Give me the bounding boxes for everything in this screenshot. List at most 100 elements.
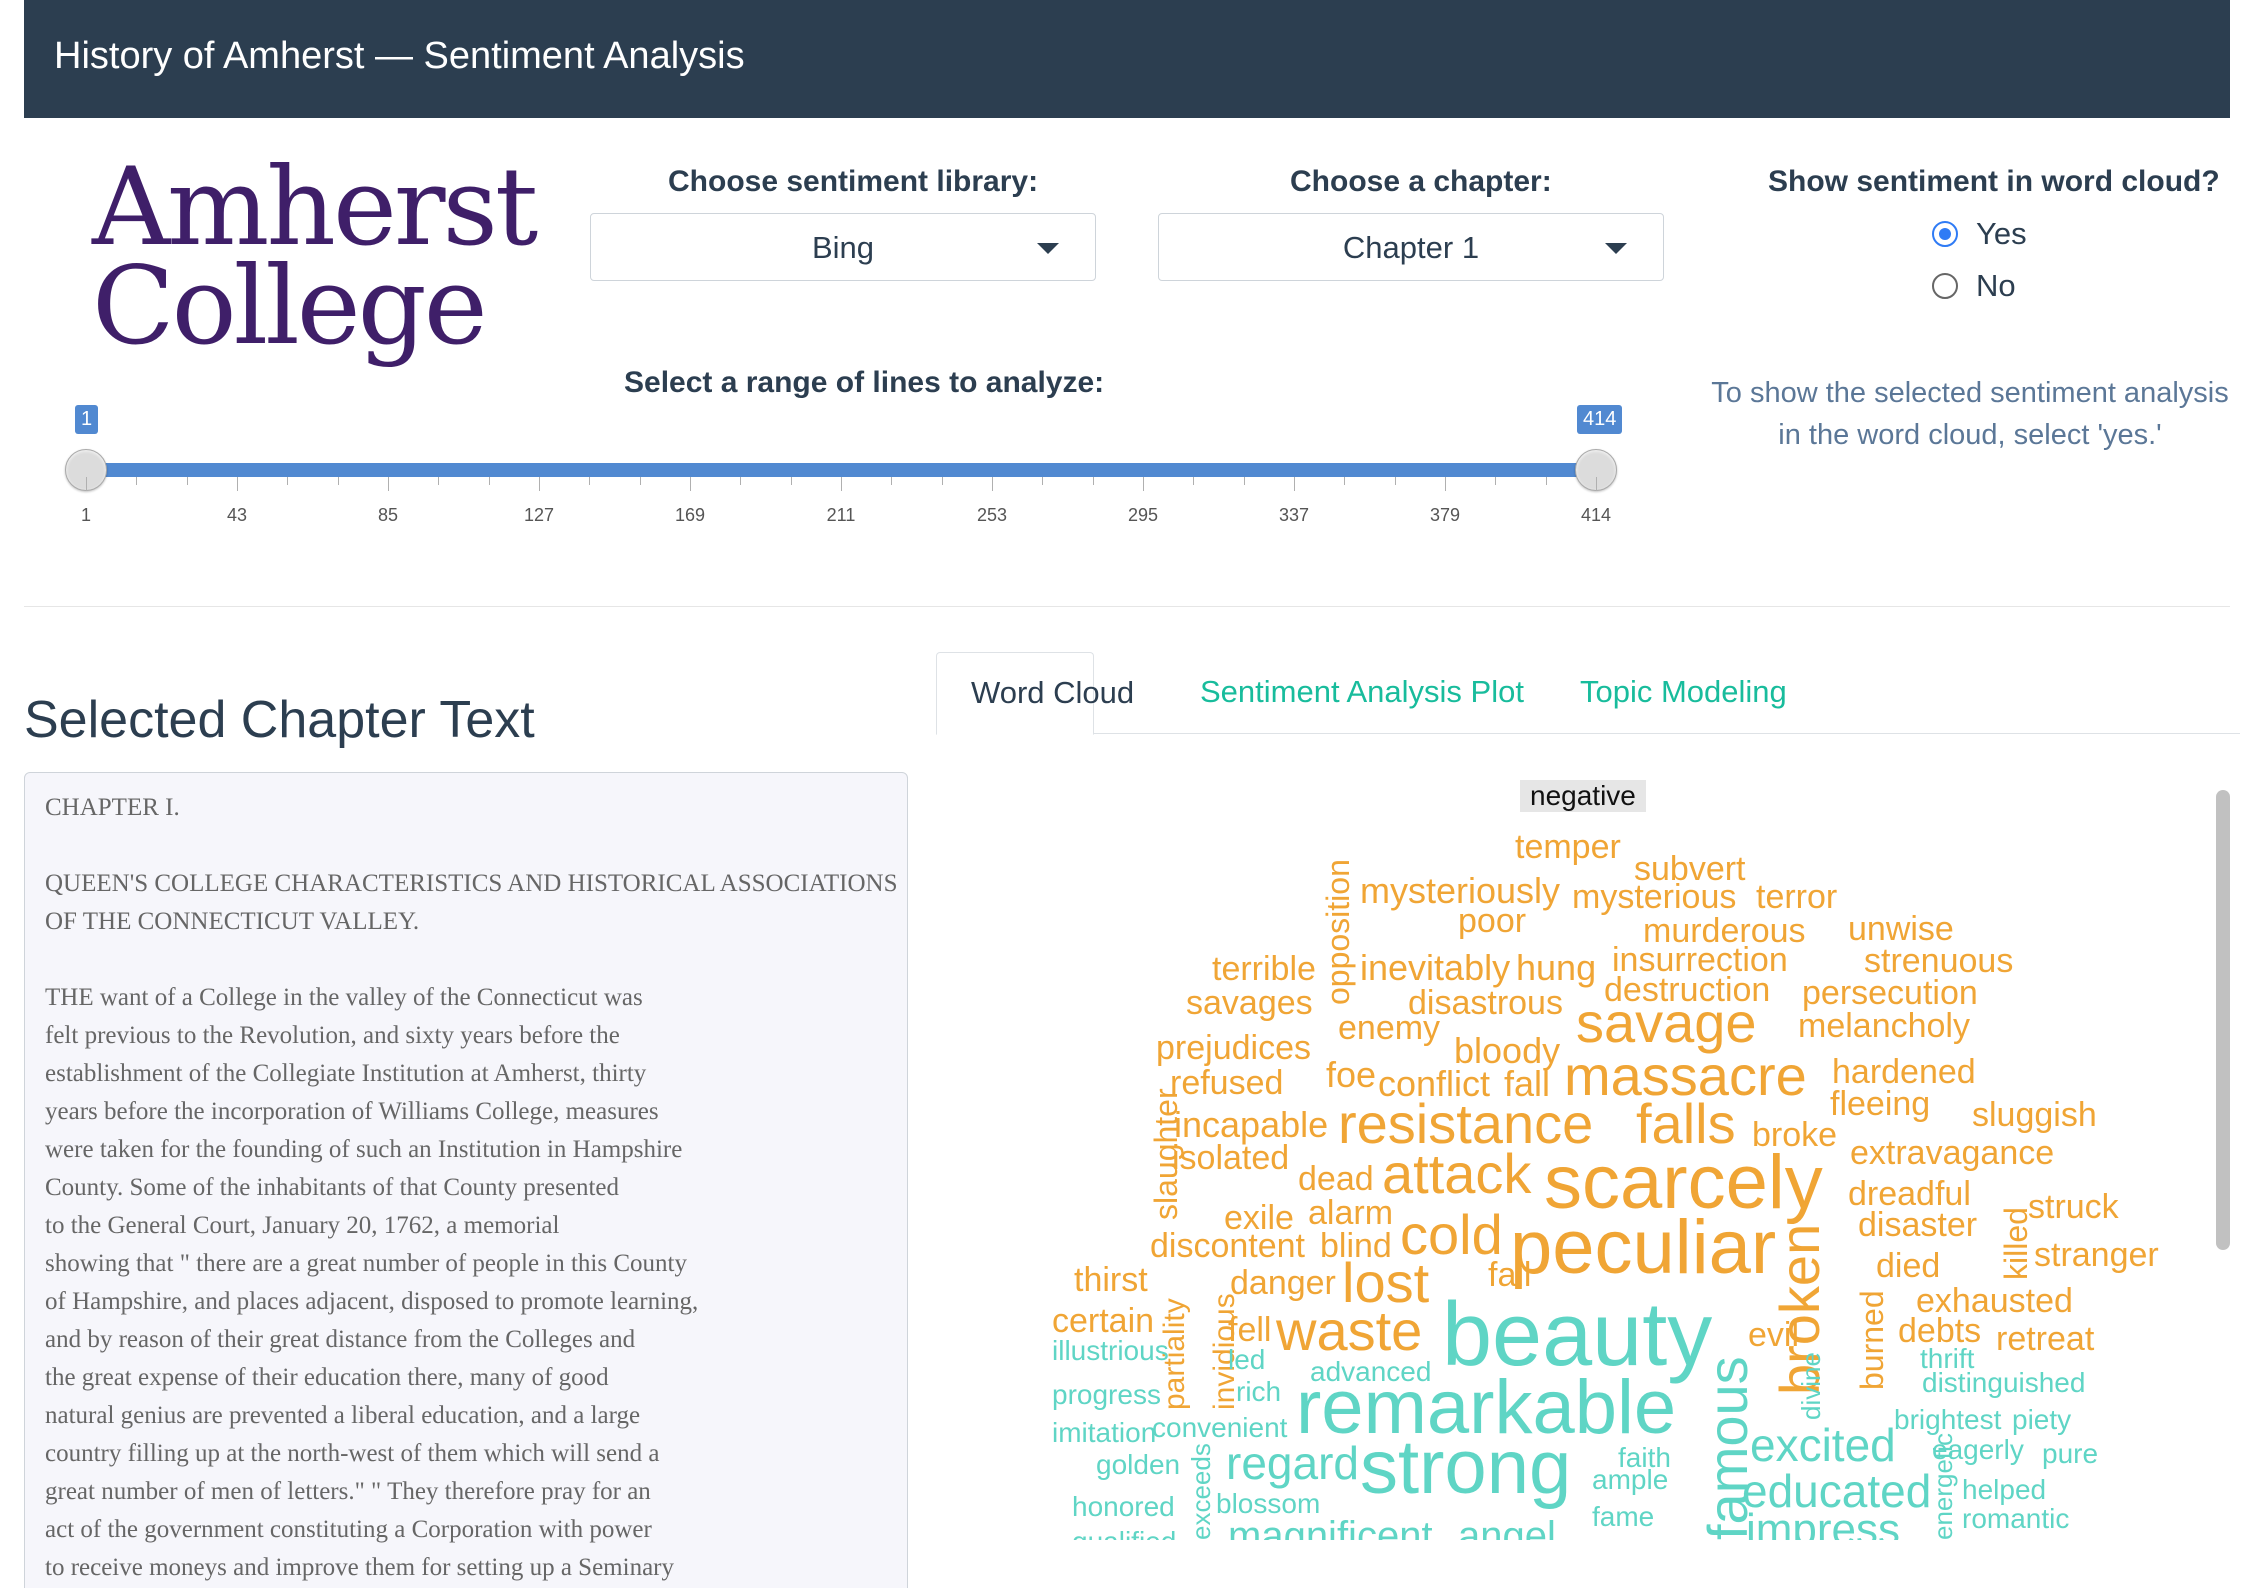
cloud-word: peculiar [1510,1205,1777,1290]
cloud-word: retreat [1996,1320,2095,1358]
cloud-word: enemy [1338,1009,1441,1047]
caret-down-icon [1037,243,1059,254]
logo-line-2: College [92,244,488,370]
slider-tick [690,477,691,491]
slider-minor-tick [287,477,289,485]
slider-tick-label: 211 [826,505,856,525]
cloud-word: illustrious [1052,1335,1169,1366]
slider-tick-label: 169 [674,505,706,525]
page: History of Amherst — Sentiment Analysis … [0,0,2246,1588]
tab-bar: Word Cloud Sentiment Analysis Plot Topic… [936,652,2240,735]
slider-tick [1445,477,1446,491]
cloud-word: qualified [1072,1528,1176,1541]
cloud-word: poor [1458,902,1527,940]
cloud-word: imitation [1052,1417,1157,1448]
cloud-word: attack [1382,1142,1532,1205]
cloud-word: waste [1276,1299,1423,1362]
chapter-select[interactable]: Chapter 1 [1158,213,1664,281]
slider-tick [1294,477,1295,491]
slider-minor-tick [186,477,188,485]
library-label: Choose sentiment library: [668,165,1039,198]
cloud-word: thirst [1074,1261,1148,1299]
slider-minor-tick [488,477,490,485]
cloud-word: danger [1230,1264,1336,1302]
slider-minor-tick [891,477,893,485]
cloud-word: helped [1962,1474,2047,1505]
cloud-word: inevitably [1360,947,1511,988]
line-range-slider[interactable]: 1 414 1 43 85 127 169 211 253 295 337 379 414 [58,405,1628,545]
caret-down-icon [1605,243,1627,254]
slider-minor-tick [589,477,591,485]
radio-no-label: No [1976,268,2016,303]
slider-minor-tick [941,477,943,485]
slider-tick-label: 127 [523,505,555,525]
cloud-word: incapable [1174,1104,1329,1145]
slider-tick [1143,477,1144,491]
tab-word-cloud[interactable]: Word Cloud [936,652,1134,735]
cloud-word: honored [1072,1491,1175,1522]
slider-tick-label: 43 [226,505,248,525]
chapter-text-panel[interactable]: CHAPTER I. QUEEN'S COLLEGE CHARACTERISTI… [24,772,908,1588]
slider-minor-tick [1042,477,1044,485]
cloud-word: rich [1236,1376,1282,1407]
cloud-word: disaster [1858,1206,1978,1244]
cloud-word: ample [1592,1464,1669,1495]
slider-minor-tick [1193,477,1195,485]
slider-tick-label: 337 [1278,505,1310,525]
slider-minor-tick [136,477,138,485]
slider-tick [86,477,87,491]
cloud-word: foe [1326,1054,1377,1095]
app-title: History of Amherst — Sentiment Analysis [54,35,745,77]
logo-line-1: Amherst [92,145,538,270]
cloud-word: hardened [1832,1053,1976,1091]
tab-sentiment-plot[interactable]: Sentiment Analysis Plot [1200,652,1524,734]
cloud-word: isolated [1172,1139,1290,1177]
divider [24,606,2230,607]
radio-no-button[interactable] [1932,273,1958,299]
slider-tick-label: 295 [1127,505,1159,525]
slider-track[interactable] [86,463,1596,477]
cloud-word: fame [1592,1501,1655,1532]
slider-tick [388,477,389,491]
radio-yes-button[interactable] [1932,221,1958,247]
cloud-word: fleeing [1830,1085,1931,1123]
slider-minor-tick [438,477,440,485]
cloud-word: brightest [1894,1404,2002,1435]
tab-topic-modeling[interactable]: Topic Modeling [1580,652,1787,734]
library-select[interactable]: Bing [590,213,1096,281]
chapter-label: Choose a chapter: [1290,165,1552,198]
cloud-word: sluggish [1972,1096,2097,1134]
cloud-word: impress [1746,1505,1901,1541]
chapter-select-value: Chapter 1 [1342,230,1480,265]
show-sentiment-label: Show sentiment in word cloud? [1768,165,2220,198]
radio-yes-label: Yes [1976,216,2027,251]
slider-tick [1596,477,1597,491]
cloud-word: piety [2012,1404,2072,1435]
cloud-word: progress [1052,1379,1161,1410]
cloud-word: burned [1854,1290,1890,1390]
slider-tick [539,477,540,491]
slider-tick-label: 379 [1429,505,1461,525]
cloud-word: angel [1458,1514,1556,1540]
slider-minor-tick [337,477,339,485]
slider-tick-label: 1 [80,505,92,525]
slider-tick [841,477,842,491]
slider-to-badge: 414 [1577,405,1623,434]
cloud-word: romantic [1962,1503,2070,1534]
cloud-word: refused [1170,1064,1284,1102]
amherst-college-logo: Amherst College [92,145,538,370]
cloud-word: alarm [1308,1194,1394,1232]
cloud-word: killed [1998,1207,2034,1280]
word-cloud-help-text: To show the selected sentiment analysis … [1711,377,2229,451]
scrollbar[interactable] [2216,790,2230,1250]
radio-no[interactable]: No [1932,266,2016,306]
cloud-word: stranger [2034,1236,2159,1274]
cloud-word: struck [2028,1188,2119,1226]
cloud-word: opposition [1320,859,1356,1005]
radio-yes[interactable]: Yes [1932,214,2027,254]
cloud-word: distinguished [1922,1367,2086,1398]
cloud-word: magnificent [1228,1514,1433,1540]
slider-tick-label: 414 [1580,505,1612,525]
cloud-word: savage [1576,991,1757,1054]
cloud-word: excited [1750,1419,1896,1471]
